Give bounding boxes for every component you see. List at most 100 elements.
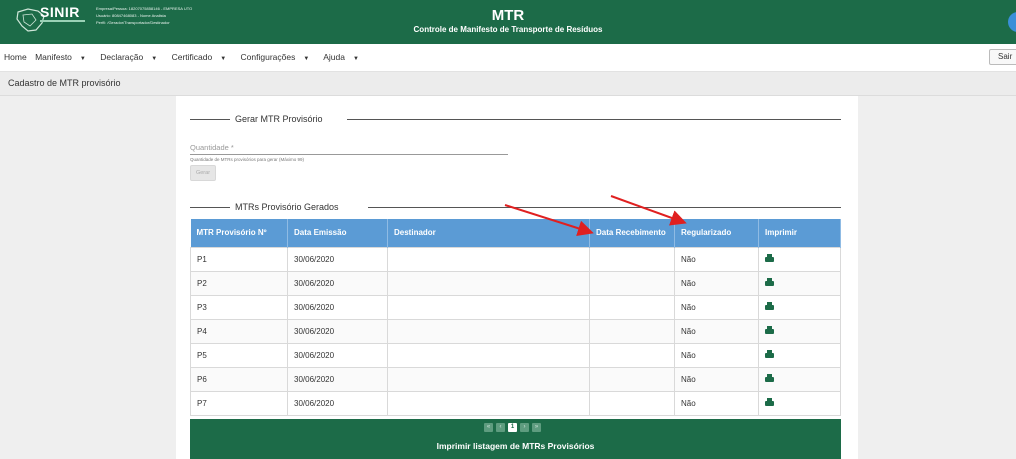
menu-ajuda[interactable]: Ajuda ▼ — [323, 52, 365, 62]
cell-receipt — [589, 390, 675, 416]
cell-destinador — [387, 270, 590, 296]
printer-icon[interactable] — [765, 278, 774, 286]
next-page-button[interactable]: › — [520, 423, 529, 432]
cell-emission: 30/06/2020 — [287, 390, 388, 416]
generate-section-title: Gerar MTR Provisório — [235, 114, 323, 124]
cell-print — [758, 294, 841, 320]
app-title: MTR — [491, 7, 525, 24]
cell-emission: 30/06/2020 — [287, 342, 388, 368]
cell-destinador — [387, 318, 590, 344]
caret-down-icon: ▼ — [79, 56, 86, 62]
prev-page-button[interactable]: ‹ — [496, 423, 505, 432]
cell-destinador — [387, 366, 590, 392]
column-header-receipt[interactable]: Data Recebimento — [589, 219, 675, 247]
last-page-button[interactable]: » — [532, 423, 541, 432]
cell-regularized: Não — [674, 270, 759, 296]
table-header-row: MTR Provisório Nº Data Emissão Destinado… — [190, 219, 841, 247]
quantity-help-text: Quantidade de MTRs provisórios para gera… — [190, 157, 305, 162]
printer-icon[interactable] — [765, 302, 774, 310]
cell-mtr: P7 — [190, 390, 288, 416]
printer-icon[interactable] — [765, 326, 774, 334]
cell-emission: 30/06/2020 — [287, 318, 388, 344]
cell-regularized: Não — [674, 342, 759, 368]
cell-receipt — [589, 318, 675, 344]
cell-emission: 30/06/2020 — [287, 294, 388, 320]
cell-mtr: P2 — [190, 270, 288, 296]
print-list-button[interactable]: Imprimir listagem de MTRs Provisórios — [190, 441, 841, 451]
table-row: P1 30/06/2020 Não — [190, 246, 841, 272]
mtr-table: MTR Provisório Nº Data Emissão Destinado… — [190, 219, 841, 416]
printer-icon[interactable] — [765, 350, 774, 358]
section-divider — [190, 119, 230, 120]
column-header-mtr[interactable]: MTR Provisório Nº — [190, 219, 288, 247]
cell-receipt — [589, 270, 675, 296]
cell-destinador — [387, 246, 590, 272]
menu-configuracoes[interactable]: Configurações ▼ — [241, 52, 316, 62]
table-row: P3 30/06/2020 Não — [190, 294, 841, 320]
caret-down-icon: ▼ — [151, 56, 158, 62]
caret-down-icon: ▼ — [352, 56, 359, 62]
menu-home[interactable]: Home — [4, 52, 27, 62]
app-header: SINIR Empresa/Pessoa: 18207075858146 - E… — [0, 0, 1016, 44]
cell-mtr: P1 — [190, 246, 288, 272]
generated-section-title: MTRs Provisório Gerados — [235, 202, 339, 212]
cell-print — [758, 390, 841, 416]
cell-print — [758, 270, 841, 296]
cell-mtr: P3 — [190, 294, 288, 320]
cell-regularized: Não — [674, 390, 759, 416]
menu-manifesto-label: Manifesto — [35, 52, 72, 62]
cell-mtr: P5 — [190, 342, 288, 368]
cell-receipt — [589, 246, 675, 272]
pagination: « ‹ 1 › » — [484, 423, 541, 432]
table-footer: « ‹ 1 › » Imprimir listagem de MTRs Prov… — [190, 419, 841, 459]
section-divider — [190, 207, 230, 208]
table-row: P2 30/06/2020 Não — [190, 270, 841, 296]
printer-icon[interactable] — [765, 254, 774, 262]
menu-ajuda-label: Ajuda — [323, 52, 345, 62]
cell-destinador — [387, 294, 590, 320]
section-divider — [368, 207, 841, 208]
table-row: P4 30/06/2020 Não — [190, 318, 841, 344]
cell-receipt — [589, 342, 675, 368]
printer-icon[interactable] — [765, 398, 774, 406]
cell-emission: 30/06/2020 — [287, 366, 388, 392]
menu-certificado-label: Certificado — [171, 52, 213, 62]
menu-declaracao[interactable]: Declaração ▼ — [100, 52, 163, 62]
menu-certificado[interactable]: Certificado ▼ — [172, 52, 233, 62]
cell-print — [758, 246, 841, 272]
table-row: P6 30/06/2020 Não — [190, 366, 841, 392]
app-subtitle: Controle de Manifesto de Transporte de R… — [413, 25, 603, 34]
page-title: Cadastro de MTR provisório — [8, 78, 121, 88]
cell-regularized: Não — [674, 246, 759, 272]
caret-down-icon: ▼ — [303, 56, 310, 62]
cell-regularized: Não — [674, 318, 759, 344]
cell-emission: 30/06/2020 — [287, 246, 388, 272]
section-divider — [347, 119, 841, 120]
column-header-regularized[interactable]: Regularizado — [674, 219, 759, 247]
logout-button[interactable]: Sair — [989, 49, 1016, 65]
column-header-destinador[interactable]: Destinador — [387, 219, 590, 247]
cell-destinador — [387, 342, 590, 368]
cell-regularized: Não — [674, 366, 759, 392]
cell-regularized: Não — [674, 294, 759, 320]
generate-button[interactable]: Gerar — [190, 165, 216, 181]
cell-mtr: P4 — [190, 318, 288, 344]
cell-receipt — [589, 294, 675, 320]
main-menu: Home Manifesto ▼ Declaração ▼ Certificado ▼… — [0, 44, 1016, 72]
column-header-print[interactable]: Imprimir — [758, 219, 841, 247]
first-page-button[interactable]: « — [484, 423, 493, 432]
current-page-button[interactable]: 1 — [508, 423, 517, 432]
cell-mtr: P6 — [190, 366, 288, 392]
cell-emission: 30/06/2020 — [287, 270, 388, 296]
cell-destinador — [387, 390, 590, 416]
cell-print — [758, 318, 841, 344]
column-header-emission[interactable]: Data Emissão — [287, 219, 388, 247]
menu-manifesto[interactable]: Manifesto ▼ — [35, 52, 92, 62]
printer-icon[interactable] — [765, 374, 774, 382]
breadcrumb-bar: Cadastro de MTR provisório — [0, 72, 1016, 96]
cell-print — [758, 366, 841, 392]
table-row: P7 30/06/2020 Não — [190, 390, 841, 416]
table-row: P5 30/06/2020 Não — [190, 342, 841, 368]
quantity-field[interactable] — [190, 140, 508, 155]
cell-receipt — [589, 366, 675, 392]
